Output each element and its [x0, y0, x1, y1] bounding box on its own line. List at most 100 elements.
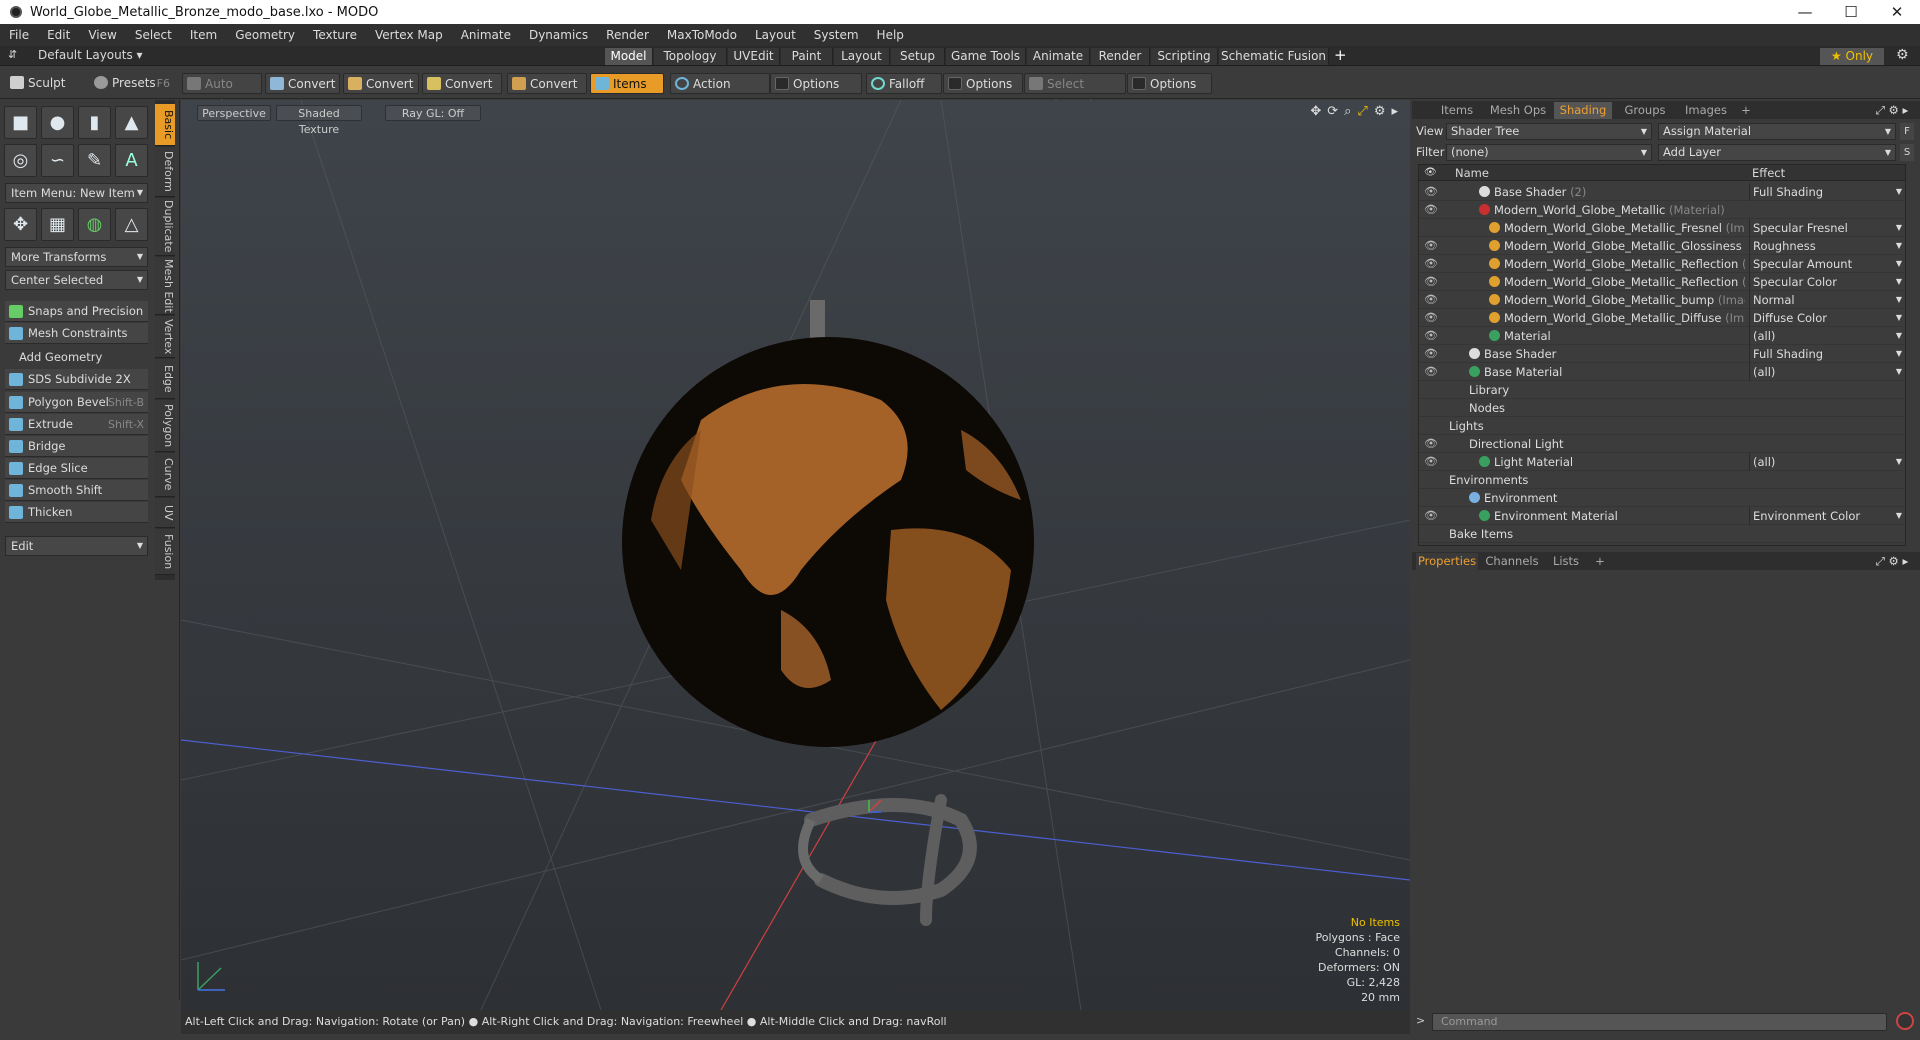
action-center-button[interactable]: Action Center: [670, 73, 770, 112]
effect-dropdown[interactable]: Full Shading: [1749, 345, 1905, 363]
options-button-2[interactable]: Options: [943, 73, 1023, 94]
default-layouts-dropdown[interactable]: Default Layouts ▾: [38, 48, 143, 62]
close-button[interactable]: ✕: [1874, 0, 1920, 24]
sds-subdivide-button[interactable]: SDS Subdivide 2X: [5, 369, 148, 390]
perspective-button[interactable]: Perspective: [197, 105, 271, 121]
eye-icon[interactable]: 👁: [1424, 309, 1438, 327]
tab-mesh-ops[interactable]: Mesh Ops: [1486, 102, 1550, 119]
tab-uvedit[interactable]: UVEdit: [728, 48, 780, 65]
s-button[interactable]: S: [1900, 144, 1914, 161]
shader-tree-row[interactable]: Nodes: [1419, 399, 1905, 417]
vtab-mesh-edit[interactable]: Mesh Edit: [155, 257, 175, 315]
vtab-deform[interactable]: Deform: [155, 147, 175, 197]
effect-dropdown[interactable]: (all): [1749, 327, 1905, 345]
tab-animate[interactable]: Animate: [1027, 48, 1090, 65]
shader-tree-row[interactable]: Modern_World_Globe_Metallic_Fresnel (Ima…: [1419, 219, 1905, 237]
edge-slice-button[interactable]: Edge Slice: [5, 458, 148, 479]
extrude-button[interactable]: Extrude Shift-X: [5, 414, 148, 435]
shader-tree-row[interactable]: 👁 Modern_World_Globe_Metallic (Material): [1419, 201, 1905, 219]
effect-dropdown[interactable]: Diffuse Color: [1749, 309, 1905, 327]
shader-tree-row[interactable]: 👁 Modern_World_Globe_Metallic_Diffuse (Im…: [1419, 309, 1905, 327]
shader-tree-row[interactable]: Bake Items: [1419, 525, 1905, 543]
globe-model[interactable]: [622, 300, 1034, 926]
tab-properties[interactable]: Properties: [1416, 553, 1478, 570]
menu-vertex-map[interactable]: Vertex Map: [366, 28, 452, 42]
eye-icon[interactable]: 👁: [1424, 237, 1438, 255]
vtab-duplicate[interactable]: Duplicate: [155, 198, 175, 256]
tab-shading[interactable]: Shading: [1554, 102, 1612, 119]
shader-tree-row[interactable]: 👁 Modern_World_Globe_Metallic_Reflection …: [1419, 255, 1905, 273]
effect-dropdown[interactable]: Specular Fresnel: [1749, 219, 1905, 237]
f-button[interactable]: F: [1900, 123, 1914, 140]
effect-dropdown[interactable]: Specular Color: [1749, 273, 1905, 291]
globe-icon[interactable]: ◍: [78, 208, 111, 241]
menu-item[interactable]: Item: [181, 28, 226, 42]
sphere-icon[interactable]: ●: [41, 106, 74, 139]
vtab-fusion[interactable]: Fusion: [155, 529, 175, 575]
shader-tree-row[interactable]: 👁 Modern_World_Globe_Metallic_bump (Image…: [1419, 291, 1905, 309]
shader-tree-row[interactable]: 👁 Modern_World_Globe_Metallic_Reflection …: [1419, 273, 1905, 291]
pan-icon[interactable]: ✥: [1310, 104, 1321, 119]
cylinder-icon[interactable]: ▮: [78, 106, 111, 139]
vtab-polygon[interactable]: Polygon: [155, 400, 175, 452]
eye-icon[interactable]: 👁: [1424, 183, 1438, 201]
tab-setup[interactable]: Setup: [891, 48, 945, 65]
command-input[interactable]: Command: [1432, 1013, 1887, 1031]
effect-column-header[interactable]: Effect: [1752, 165, 1785, 181]
polygon-bevel-button[interactable]: Polygon Bevel Shift-B: [5, 392, 148, 413]
sculpt-button[interactable]: Sculpt: [6, 73, 89, 94]
pen-icon[interactable]: ✎: [78, 144, 111, 177]
falloff-button[interactable]: Falloff: [866, 73, 942, 94]
options-button-1[interactable]: Options: [770, 73, 862, 94]
shader-tree-row[interactable]: 👁 Modern_World_Globe_Metallic_Glossiness …: [1419, 237, 1905, 255]
view-dropdown[interactable]: Shader Tree: [1446, 123, 1652, 140]
zoom-icon[interactable]: ⌕: [1344, 104, 1351, 119]
auto-select-button[interactable]: Auto Select: [182, 73, 262, 112]
select-through-button[interactable]: Select Through: [1024, 73, 1126, 112]
menu-maxtomodo[interactable]: MaxToModo: [658, 28, 746, 42]
cube-icon[interactable]: ■: [4, 106, 37, 139]
eye-icon[interactable]: 👁: [1424, 507, 1438, 525]
viewport-menu-icon[interactable]: ▸: [1391, 104, 1398, 119]
presets-button[interactable]: Presets F6: [90, 73, 172, 94]
gear-icon[interactable]: ⚙: [1896, 47, 1909, 63]
tab-scripting[interactable]: Scripting: [1151, 48, 1218, 65]
menu-geometry[interactable]: Geometry: [226, 28, 304, 42]
menu-file[interactable]: File: [0, 28, 38, 42]
eye-icon[interactable]: 👁: [1424, 201, 1438, 219]
menu-edit[interactable]: Edit: [38, 28, 79, 42]
tab-layout[interactable]: Layout: [834, 48, 890, 65]
shader-tree-row[interactable]: 👁 Light Material (all): [1419, 453, 1905, 471]
tube-icon[interactable]: ∽: [41, 144, 74, 177]
tab-groups[interactable]: Groups: [1616, 102, 1674, 119]
eye-icon[interactable]: 👁: [1424, 363, 1438, 381]
torus-icon[interactable]: ◎: [4, 144, 37, 177]
item-menu-dropdown[interactable]: Item Menu: New Item: [5, 183, 148, 203]
tab-schematic-fusion[interactable]: Schematic Fusion: [1219, 48, 1329, 65]
eye-icon[interactable]: 👁: [1424, 255, 1438, 273]
add-tab-button[interactable]: +: [1334, 46, 1347, 64]
minimize-button[interactable]: —: [1782, 0, 1828, 24]
effect-dropdown[interactable]: (all): [1749, 453, 1905, 471]
tab-items[interactable]: Items: [1432, 102, 1482, 119]
eye-icon[interactable]: 👁: [1424, 345, 1438, 363]
menu-texture[interactable]: Texture: [304, 28, 366, 42]
menu-dynamics[interactable]: Dynamics: [520, 28, 597, 42]
menu-layout[interactable]: Layout: [746, 28, 805, 42]
eye-icon[interactable]: 👁: [1424, 291, 1438, 309]
menu-select[interactable]: Select: [126, 28, 181, 42]
more-transforms-dropdown[interactable]: More Transforms: [5, 247, 148, 267]
shader-tree-row[interactable]: 👁 Base Material (all): [1419, 363, 1905, 381]
eye-icon[interactable]: 👁: [1424, 327, 1438, 345]
ray-gl-button[interactable]: Ray GL: Off: [385, 105, 481, 121]
filter-dropdown[interactable]: (none): [1446, 144, 1652, 161]
properties-settings-icon[interactable]: ⤢ ⚙ ▸: [1872, 553, 1912, 570]
layout-collapse-icon[interactable]: ⇵: [8, 48, 17, 61]
shader-tree-row[interactable]: Lights: [1419, 417, 1905, 435]
add-geometry-section[interactable]: Add Geometry: [5, 347, 148, 368]
menu-render[interactable]: Render: [597, 28, 658, 42]
tab-images[interactable]: Images: [1678, 102, 1734, 119]
text-icon[interactable]: A: [115, 144, 148, 177]
tab-render[interactable]: Render: [1091, 48, 1150, 65]
pyramid-icon[interactable]: △: [115, 208, 148, 241]
